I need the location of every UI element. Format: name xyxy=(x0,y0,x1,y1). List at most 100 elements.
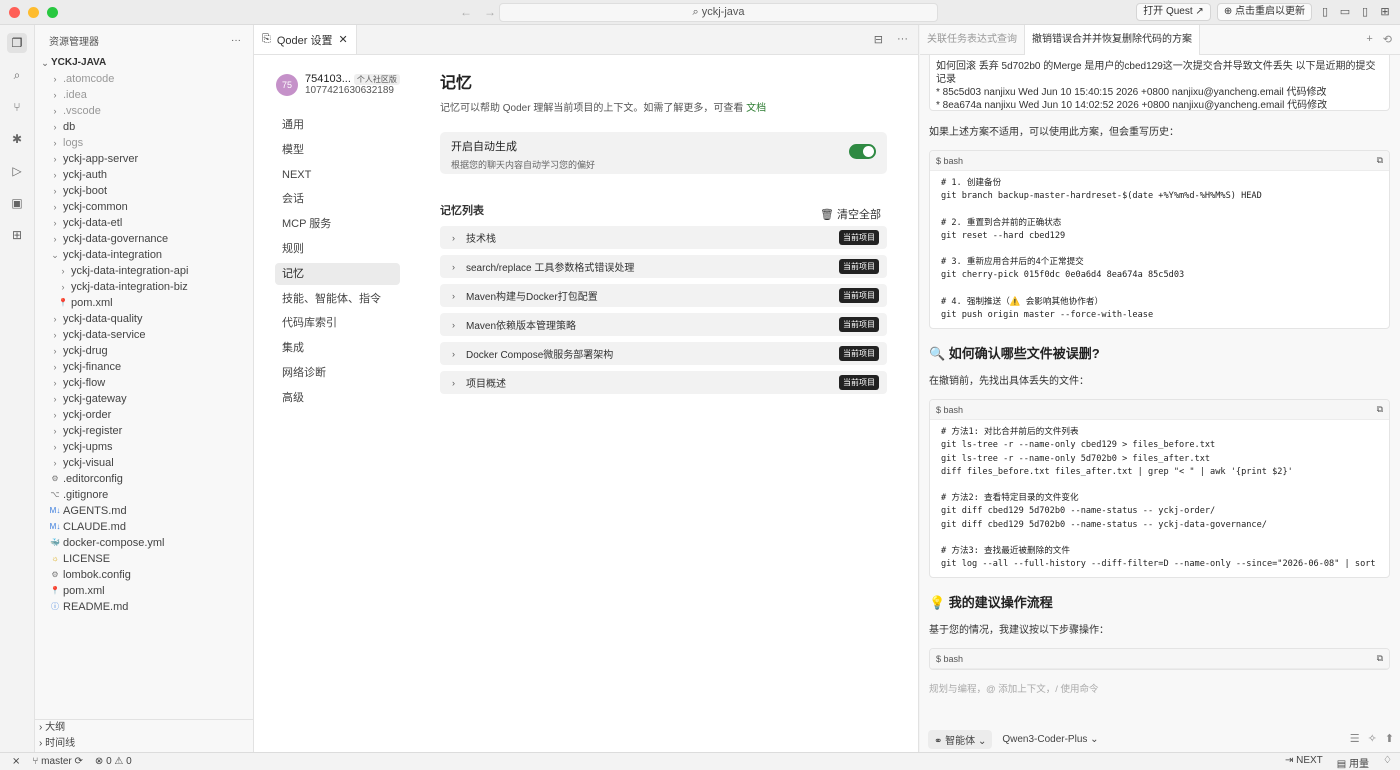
toggle-secondary-sidebar-icon[interactable]: ▯ xyxy=(1358,5,1372,19)
restart-update-button[interactable]: ⊕ 点击重启以更新 xyxy=(1217,3,1312,21)
memory-item[interactable]: ›search/replace 工具参数格式错误处理当前项目 xyxy=(440,255,887,278)
customize-layout-icon[interactable]: ⊞ xyxy=(1378,5,1392,19)
more-actions-icon[interactable]: ··· xyxy=(897,33,908,46)
tree-folder[interactable]: ›yckj-order xyxy=(35,407,253,423)
debug-icon[interactable]: ✱ xyxy=(7,129,27,149)
tree-folder[interactable]: ›.vscode xyxy=(35,103,253,119)
tree-folder[interactable]: ⌄yckj-data-integration xyxy=(35,247,253,263)
settings-nav-item[interactable]: 技能、智能体、指令 xyxy=(275,288,400,310)
source-control-icon[interactable]: ⑂ xyxy=(7,97,27,117)
command-center-search[interactable]: ⌕ yckj-java xyxy=(499,3,938,22)
settings-nav-item[interactable]: 网络诊断 xyxy=(275,362,400,384)
tree-folder[interactable]: ›yckj-gateway xyxy=(35,391,253,407)
memory-item[interactable]: ›Maven构建与Docker打包配置当前项目 xyxy=(440,284,887,307)
more-actions-icon[interactable]: ··· xyxy=(231,35,241,46)
next-status[interactable]: ⇥ NEXT xyxy=(1285,755,1323,770)
toggle-sidebar-icon[interactable]: ▯ xyxy=(1318,5,1332,19)
remote-icon[interactable]: ⨯ xyxy=(12,756,20,767)
minimize-window-button[interactable] xyxy=(28,7,39,18)
settings-nav-item[interactable]: 通用 xyxy=(275,114,400,136)
tree-folder[interactable]: ›yckj-common xyxy=(35,199,253,215)
memory-item[interactable]: ›Docker Compose微服务部署架构当前项目 xyxy=(440,342,887,365)
tree-folder[interactable]: ›yckj-data-governance xyxy=(35,231,253,247)
bell-icon[interactable]: ♢ xyxy=(1383,755,1392,770)
memory-item[interactable]: ›技术栈当前项目 xyxy=(440,226,887,249)
tree-file[interactable]: ⌥.gitignore xyxy=(35,487,253,503)
tree-file[interactable]: M↓AGENTS.md xyxy=(35,503,253,519)
history-icon[interactable]: ⟲ xyxy=(1383,33,1392,46)
tree-folder[interactable]: ›yckj-finance xyxy=(35,359,253,375)
open-quest-button[interactable]: 打开 Quest ↗ xyxy=(1136,3,1211,21)
settings-nav-item[interactable]: 集成 xyxy=(275,337,400,359)
agent-mode-select[interactable]: ⚭ 智能体 ⌄ xyxy=(928,730,992,749)
tree-folder[interactable]: ›yckj-auth xyxy=(35,167,253,183)
tab-related-task-query[interactable]: 关联任务表达式查询 xyxy=(920,25,1025,55)
branch-status[interactable]: ⑂ master ⟳ xyxy=(32,756,83,767)
settings-nav-item[interactable]: 记忆 xyxy=(275,263,400,285)
timeline-section[interactable]: › 时间线 xyxy=(35,736,253,752)
tree-file[interactable]: ⓘREADME.md xyxy=(35,599,253,615)
tree-file[interactable]: ⚙lombok.config xyxy=(35,567,253,583)
memory-item[interactable]: ›Maven依赖版本管理策略当前项目 xyxy=(440,313,887,336)
tree-folder[interactable]: ›logs xyxy=(35,135,253,151)
user-profile[interactable]: 75 754103...个人社区版 1077421630632189 xyxy=(276,73,402,96)
sparkle-icon[interactable]: ✧ xyxy=(1368,732,1377,745)
docs-link[interactable]: 文档 xyxy=(746,103,766,114)
chat-input[interactable]: 规划与编程，@ 添加上下文，/ 使用命令 xyxy=(929,681,1099,695)
tree-folder[interactable]: ›yckj-data-service xyxy=(35,327,253,343)
tree-folder[interactable]: ›yckj-upms xyxy=(35,439,253,455)
tree-file[interactable]: 📍pom.xml xyxy=(35,583,253,599)
outline-section[interactable]: › 大纲 xyxy=(35,720,253,736)
tree-file[interactable]: ⚙.editorconfig xyxy=(35,471,253,487)
toggle-panel-icon[interactable]: ▭ xyxy=(1338,5,1352,19)
extensions-icon[interactable]: ⊞ xyxy=(7,225,27,245)
copy-icon[interactable]: ⧉ xyxy=(1377,404,1383,415)
tree-folder[interactable]: ›yckj-register xyxy=(35,423,253,439)
tree-file[interactable]: 🐳docker-compose.yml xyxy=(35,535,253,551)
tree-folder[interactable]: ›yckj-data-etl xyxy=(35,215,253,231)
settings-nav-item[interactable]: 高级 xyxy=(275,387,400,409)
tree-folder[interactable]: ›yckj-flow xyxy=(35,375,253,391)
close-icon[interactable]: ✕ xyxy=(338,33,347,46)
send-icon[interactable]: ⬆ xyxy=(1385,732,1394,745)
copy-icon[interactable]: ⧉ xyxy=(1377,155,1383,166)
search-icon[interactable]: ⌕ xyxy=(7,65,27,85)
settings-nav-item[interactable]: NEXT xyxy=(275,164,400,186)
settings-nav-item[interactable]: 模型 xyxy=(275,139,400,161)
tree-folder[interactable]: ›db xyxy=(35,119,253,135)
tab-qoder-settings[interactable]: ⎘ Qoder 设置 ✕ xyxy=(254,25,357,54)
tree-folder[interactable]: ›yckj-data-quality xyxy=(35,311,253,327)
tree-folder[interactable]: ›yckj-data-integration-api xyxy=(35,263,253,279)
split-editor-icon[interactable]: ⊟ xyxy=(874,33,883,46)
tab-revert-merge-plan[interactable]: 撤销错误合并并恢复删除代码的方案 xyxy=(1025,25,1200,55)
tree-folder[interactable]: ›.atomcode xyxy=(35,71,253,87)
workspace-root[interactable]: ⌄ YCKJ-JAVA xyxy=(35,55,253,71)
model-select[interactable]: Qwen3-Coder-Plus ⌄ xyxy=(1002,734,1098,745)
copy-icon[interactable]: ⧉ xyxy=(1377,653,1383,664)
back-arrow-icon[interactable]: ← xyxy=(460,5,472,19)
tree-folder[interactable]: ›yckj-data-integration-biz xyxy=(35,279,253,295)
zoom-window-button[interactable] xyxy=(47,7,58,18)
usage-status[interactable]: ▤ 用量 xyxy=(1337,755,1369,770)
remote-icon[interactable]: ▣ xyxy=(7,193,27,213)
tree-file[interactable]: ☼LICENSE xyxy=(35,551,253,567)
problems-status[interactable]: ⊗ 0 ⚠ 0 xyxy=(95,756,132,767)
settings-nav-item[interactable]: 规则 xyxy=(275,238,400,260)
run-icon[interactable]: ▷ xyxy=(7,161,27,181)
forward-arrow-icon[interactable]: → xyxy=(484,5,496,19)
auto-generate-toggle[interactable] xyxy=(849,144,876,159)
settings-nav-item[interactable]: 会话 xyxy=(275,188,400,210)
list-icon[interactable]: ☰ xyxy=(1350,732,1360,745)
tree-folder[interactable]: ›yckj-app-server xyxy=(35,151,253,167)
tree-file[interactable]: M↓CLAUDE.md xyxy=(35,519,253,535)
close-window-button[interactable] xyxy=(9,7,20,18)
clear-all-button[interactable]: 🗑 清空全部 xyxy=(820,206,881,222)
memory-item[interactable]: ›项目概述当前项目 xyxy=(440,371,887,394)
tree-folder[interactable]: ›.idea xyxy=(35,87,253,103)
tree-folder[interactable]: ›yckj-visual xyxy=(35,455,253,471)
explorer-icon[interactable]: ❐ xyxy=(7,33,27,53)
settings-nav-item[interactable]: MCP 服务 xyxy=(275,213,400,235)
tree-file[interactable]: 📍pom.xml xyxy=(35,295,253,311)
tree-folder[interactable]: ›yckj-boot xyxy=(35,183,253,199)
tree-folder[interactable]: ›yckj-drug xyxy=(35,343,253,359)
